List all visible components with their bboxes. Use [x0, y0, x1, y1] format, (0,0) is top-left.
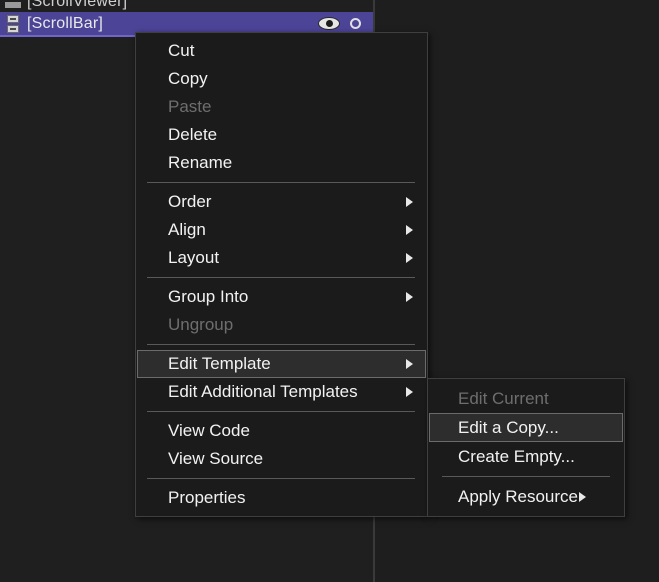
app-root: [ScrollViewer] [ScrollBar] Cut Copy Paste D… — [0, 0, 659, 582]
scrollbar-icon — [5, 14, 21, 34]
menu-item-label: Edit Template — [168, 354, 271, 373]
menu-item-label: View Source — [168, 449, 264, 468]
menu-item-apply-resource[interactable]: Apply Resource — [429, 482, 623, 511]
menu-item-paste: Paste — [137, 93, 426, 121]
menu-item-label: Edit a Copy... — [458, 417, 559, 437]
menu-separator — [147, 182, 415, 183]
scrollviewer-icon — [5, 2, 21, 8]
submenu-arrow-icon — [406, 253, 413, 263]
menu-item-label: Cut — [168, 41, 195, 60]
menu-separator — [442, 476, 610, 477]
menu-item-label: Group Into — [168, 287, 249, 306]
menu-item-order[interactable]: Order — [137, 188, 426, 216]
menu-item-edit-additional-templates[interactable]: Edit Additional Templates — [137, 378, 426, 406]
menu-item-label: Layout — [168, 248, 220, 267]
scrollbar-icon-bottom-box — [7, 24, 19, 33]
scrollbar-icon-top-box — [7, 14, 19, 23]
menu-item-properties[interactable]: Properties — [137, 484, 426, 512]
menu-separator — [147, 478, 415, 479]
menu-item-rename[interactable]: Rename — [137, 149, 426, 177]
menu-item-copy[interactable]: Copy — [137, 65, 426, 93]
submenu-arrow-icon — [579, 491, 586, 502]
menu-item-group-into[interactable]: Group Into — [137, 283, 426, 311]
submenu-arrow-icon — [406, 225, 413, 235]
menu-item-edit-a-copy[interactable]: Edit a Copy... — [429, 413, 623, 442]
menu-item-label: Apply Resource — [458, 486, 579, 506]
menu-item-view-source[interactable]: View Source — [137, 445, 426, 473]
edit-template-submenu[interactable]: Edit Current Edit a Copy... Create Empty..… — [427, 378, 625, 517]
tree-item-label: [ScrollBar] — [27, 14, 103, 32]
submenu-arrow-icon — [406, 387, 413, 397]
menu-item-label: Align — [168, 220, 206, 239]
menu-item-label: Edit Current — [458, 388, 549, 408]
submenu-arrow-icon — [406, 292, 413, 302]
menu-item-label: Edit Additional Templates — [168, 382, 358, 401]
menu-item-label: Rename — [168, 153, 233, 172]
menu-item-cut[interactable]: Cut — [137, 37, 426, 65]
submenu-arrow-icon — [406, 197, 413, 207]
menu-item-label: View Code — [168, 421, 250, 440]
menu-item-align[interactable]: Align — [137, 216, 426, 244]
menu-item-label: Paste — [168, 97, 212, 116]
menu-item-layout[interactable]: Layout — [137, 244, 426, 272]
menu-item-label: Properties — [168, 488, 246, 507]
visibility-eye-icon[interactable] — [318, 17, 340, 30]
submenu-arrow-icon — [406, 359, 413, 369]
menu-item-create-empty[interactable]: Create Empty... — [429, 442, 623, 471]
menu-item-edit-template[interactable]: Edit Template — [137, 350, 426, 378]
menu-item-label: Create Empty... — [458, 446, 575, 466]
tree-row-actions — [318, 17, 373, 30]
menu-item-label: Ungroup — [168, 315, 234, 334]
menu-item-label: Order — [168, 192, 212, 211]
menu-separator — [147, 344, 415, 345]
menu-item-label: Delete — [168, 125, 218, 144]
menu-item-delete[interactable]: Delete — [137, 121, 426, 149]
menu-item-ungroup: Ungroup — [137, 311, 426, 339]
tree-item-scrollviewer[interactable]: [ScrollViewer] — [0, 0, 373, 12]
menu-separator — [147, 277, 415, 278]
menu-item-edit-current: Edit Current — [429, 384, 623, 413]
menu-separator — [147, 411, 415, 412]
tree-item-label: [ScrollViewer] — [27, 0, 128, 10]
element-context-menu[interactable]: Cut Copy Paste Delete Rename Order Align Layout… — [135, 32, 428, 517]
lock-circle-icon[interactable] — [350, 18, 361, 29]
menu-item-label: Copy — [168, 69, 208, 88]
menu-item-view-code[interactable]: View Code — [137, 417, 426, 445]
